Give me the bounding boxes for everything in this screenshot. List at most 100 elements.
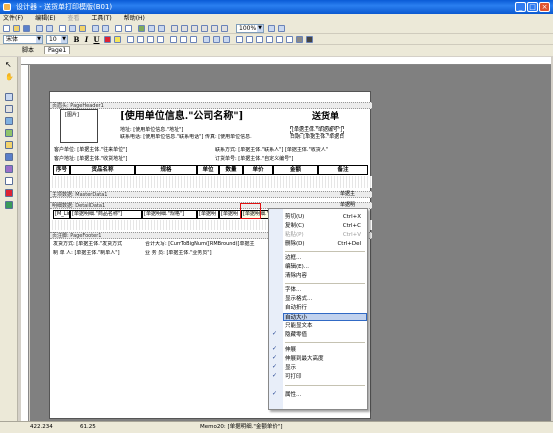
band-tool-icon[interactable] — [5, 93, 13, 101]
font-color-icon[interactable] — [104, 36, 111, 43]
menu-file[interactable]: 文件(F) — [3, 15, 23, 22]
valign-bottom-icon[interactable] — [190, 36, 197, 43]
underline-button[interactable]: U — [92, 35, 101, 44]
address-field[interactable]: 地址: [使用单位信息."地址"] — [120, 127, 183, 133]
subreport-tool-icon[interactable] — [5, 129, 13, 137]
print-icon[interactable] — [46, 25, 53, 32]
valign-middle-icon[interactable] — [180, 36, 187, 43]
menu-item-paste[interactable]: 粘贴(P) Ctrl+V — [285, 231, 367, 239]
contact-person-field[interactable]: 联系方式: [单据主体."联系人"] [单据主体."收货人" — [215, 147, 372, 153]
border-right-icon[interactable] — [266, 36, 273, 43]
menu-item-hide-zero[interactable]: 隐藏零值 — [285, 331, 367, 339]
header-cell[interactable]: 货品名称 — [70, 165, 135, 175]
detail-cell[interactable]: [单据明细."商品名称"] — [70, 210, 142, 219]
menu-item-copy[interactable]: 复制(C) Ctrl+C — [285, 222, 367, 230]
picture-icon[interactable] — [201, 25, 208, 32]
rotate-icon[interactable] — [203, 36, 210, 43]
menu-item-display-format[interactable]: 显示格式... — [285, 295, 367, 303]
date-field[interactable]: 日期: [单据主体."单据日 — [290, 134, 372, 140]
save-icon[interactable] — [23, 25, 30, 32]
tab-page1[interactable]: Page1 — [43, 46, 71, 54]
menu-item-visible[interactable]: 显示 — [285, 364, 367, 372]
menu-item-font[interactable]: 字体... — [285, 286, 367, 294]
detail-cell[interactable]: [M_Lin — [53, 210, 70, 219]
detail-cell[interactable]: [单据明 — [219, 210, 241, 219]
salesman-field[interactable]: 业 务 员: [单据主体."业务员"] — [145, 250, 271, 256]
style-icon[interactable] — [223, 36, 230, 43]
header-cell[interactable]: 规格 — [135, 165, 197, 175]
order-no-field[interactable]: 订货单号: [单据主体."自定义编号"] — [215, 156, 293, 162]
zoom-select[interactable]: 100% ▼ — [236, 24, 264, 33]
barcode-icon[interactable] — [221, 25, 228, 32]
menu-view[interactable]: 查看 — [67, 15, 79, 22]
tab-code[interactable]: 脚本 — [22, 47, 34, 54]
header-cell[interactable]: 备注 — [318, 165, 368, 175]
amount-caps-field[interactable]: 合计大写: [CurrToBigNum([RMBround([单据主 — [145, 241, 271, 247]
shape-tool-icon[interactable] — [5, 177, 13, 185]
menu-item-clear[interactable]: 清除内容 — [285, 272, 367, 280]
fill-color-icon[interactable] — [296, 36, 303, 43]
help-icon[interactable] — [278, 25, 285, 32]
band-icon[interactable] — [181, 25, 188, 32]
open-icon[interactable] — [13, 25, 20, 32]
undo-icon[interactable] — [92, 25, 99, 32]
align-justify-icon[interactable] — [157, 36, 164, 43]
bold-button[interactable]: B — [72, 35, 81, 44]
menu-item-edit[interactable]: 编辑(E)... — [285, 263, 367, 271]
delivery-method-field[interactable]: 发货方式: [单据主体."发货方式 — [53, 241, 143, 247]
header-cell[interactable]: 单位 — [197, 165, 219, 175]
header-cell[interactable]: 数量 — [219, 165, 243, 175]
highlight-icon[interactable] — [114, 36, 121, 43]
barcode-tool-icon[interactable] — [5, 165, 13, 173]
maker-field[interactable]: 制 单 人: [单据主体."制单人"] — [53, 250, 143, 256]
menu-item-delete[interactable]: 删除(D) Ctrl+Del — [285, 240, 367, 248]
menu-item-cut[interactable]: 剪切(U) Ctrl+X — [285, 213, 367, 221]
line-icon[interactable] — [211, 25, 218, 32]
detail-cell[interactable]: [单据明 — [197, 210, 219, 219]
contact-field[interactable]: 联系电话: [使用单位信息."联系电话"] 传真: [使用单位信息. — [120, 134, 290, 140]
preview-icon[interactable] — [36, 25, 43, 32]
border-left-icon[interactable] — [256, 36, 263, 43]
italic-button[interactable]: I — [82, 35, 91, 44]
hand-icon[interactable]: ✋ — [5, 73, 14, 81]
align-center-icon[interactable] — [137, 36, 144, 43]
align-grid-icon[interactable] — [148, 25, 155, 32]
master-data-band[interactable]: 主项数据: MasterData1 — [50, 191, 372, 198]
text-tool-icon[interactable] — [5, 105, 13, 113]
line-color-icon[interactable] — [306, 36, 313, 43]
close-button[interactable]: × — [539, 2, 550, 12]
shape-icon[interactable] — [191, 25, 198, 32]
menu-tools[interactable]: 工具(T) — [91, 15, 111, 22]
logo-picture[interactable]: [图片] — [60, 109, 98, 143]
page-header-band[interactable]: 页眉头: PageHeader1 — [50, 102, 372, 109]
menu-help[interactable]: 帮助(H) — [124, 15, 145, 22]
menu-item-stretch-max[interactable]: 伸展到最大高度 — [285, 355, 367, 363]
align-right-icon[interactable] — [147, 36, 154, 43]
menu-edit[interactable]: 编辑(E) — [35, 15, 55, 22]
customer-addr-field[interactable]: 客户地址: [单据主体."收货地址"] — [54, 156, 127, 162]
detail-cell[interactable]: [单据明细."规格"] — [142, 210, 197, 219]
header-cell[interactable]: 金额 — [273, 165, 318, 175]
fit-grid-icon[interactable] — [158, 25, 165, 32]
menu-item-properties[interactable]: 属性... — [285, 391, 367, 399]
cut-icon[interactable] — [59, 25, 66, 32]
maximize-button[interactable]: □ — [527, 2, 538, 12]
doc-title[interactable]: 送货单 — [312, 112, 339, 123]
border-none-icon[interactable] — [286, 36, 293, 43]
group-icon[interactable] — [115, 25, 122, 32]
checkbox-tool-icon[interactable] — [5, 201, 13, 209]
chart-tool-icon[interactable] — [5, 153, 13, 161]
redo-icon[interactable] — [102, 25, 109, 32]
menu-item-auto-wrap[interactable]: 自动折行 — [285, 304, 367, 312]
menu-item-printable[interactable]: 可打印 — [285, 373, 367, 381]
bill-no-field[interactable]: [单据主体."单据编号"] — [290, 126, 345, 134]
header-cell[interactable]: 单价 — [243, 165, 273, 175]
header-cell[interactable]: 序号 — [53, 165, 70, 175]
menu-item-stretch[interactable]: 伸展 — [285, 346, 367, 354]
border-all-icon[interactable] — [276, 36, 283, 43]
line-tool-icon[interactable] — [5, 141, 13, 149]
company-title[interactable]: [使用单位信息."公司名称"] — [120, 111, 243, 123]
font-name-select[interactable]: 宋体 ▼ — [3, 35, 43, 44]
align-left-icon[interactable] — [127, 36, 134, 43]
text-icon[interactable] — [171, 25, 178, 32]
